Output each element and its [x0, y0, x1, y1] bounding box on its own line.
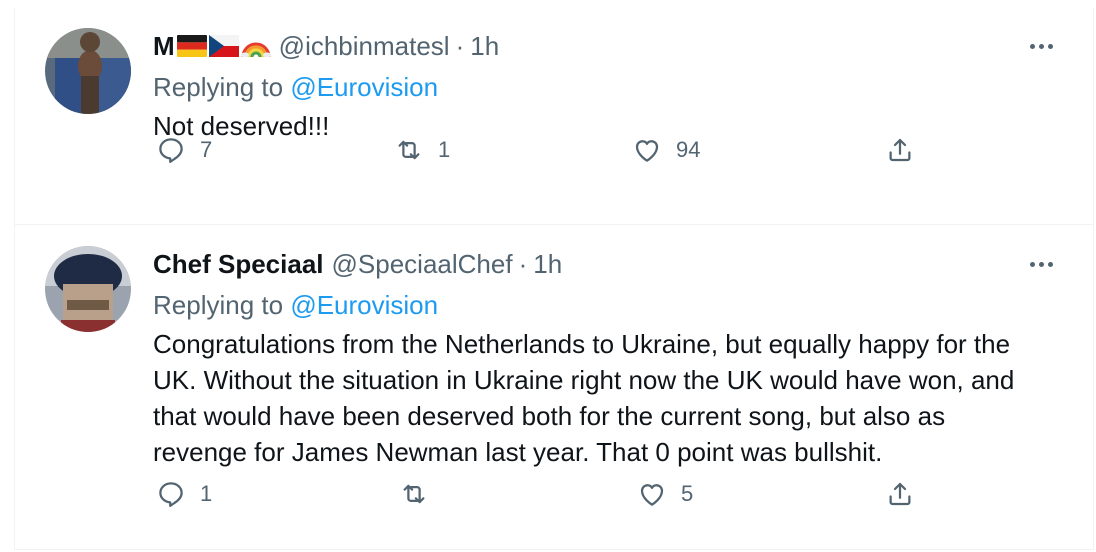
reply-button[interactable]: 7	[156, 135, 212, 165]
replying-to: Replying to @Eurovision	[153, 286, 1073, 324]
separator: ·	[518, 249, 528, 279]
reply-icon	[159, 138, 183, 163]
tweet-text: Congratulations from the Netherlands to …	[153, 329, 1015, 467]
share-button[interactable]	[885, 135, 915, 165]
reply-count: 7	[200, 137, 213, 162]
mention-link[interactable]: @Eurovision	[290, 290, 438, 320]
separator: ·	[455, 31, 465, 61]
tweet-text: Not deserved!!!	[153, 111, 330, 141]
tweet[interactable]: Chef Speciaal @SpeciaalChef · 1h Replyin…	[15, 226, 1093, 550]
retweet-icon	[398, 140, 420, 160]
more-options-icon[interactable]	[1021, 248, 1061, 280]
retweet-count: 1	[438, 137, 451, 162]
like-button[interactable]: 94	[632, 135, 700, 165]
reply-button[interactable]: 1	[156, 479, 212, 509]
retweet-button[interactable]	[399, 479, 443, 509]
tweet[interactable]: M @ichbinmatesl · 1h Replying to @Eurovi…	[15, 8, 1093, 225]
share-icon	[889, 138, 911, 162]
german-flag-icon	[176, 35, 207, 57]
like-count: 5	[681, 481, 694, 506]
display-name-text: M	[153, 31, 175, 61]
czech-flag-icon	[208, 35, 239, 57]
avatar[interactable]	[45, 28, 131, 114]
timestamp[interactable]: 1h	[470, 28, 499, 64]
reply-count: 1	[200, 481, 213, 506]
reply-icon	[159, 482, 183, 507]
retweet-button[interactable]: 1	[394, 135, 450, 165]
avatar[interactable]	[45, 246, 131, 332]
handle[interactable]: @ichbinmatesl	[279, 28, 450, 64]
share-button[interactable]	[885, 479, 915, 509]
more-options-icon[interactable]	[1021, 30, 1061, 62]
retweet-icon	[403, 484, 425, 504]
mention-link[interactable]: @Eurovision	[290, 72, 438, 102]
rainbow-icon	[240, 42, 271, 57]
handle[interactable]: @SpeciaalChef	[332, 246, 513, 282]
like-button[interactable]: 5	[637, 479, 693, 509]
display-name[interactable]: M	[153, 28, 271, 64]
like-count: 94	[676, 137, 701, 162]
replying-to: Replying to @Eurovision	[153, 68, 1073, 106]
replying-label: Replying to	[153, 72, 291, 102]
share-icon	[889, 482, 911, 506]
heart-icon	[635, 140, 659, 162]
display-name[interactable]: Chef Speciaal	[153, 246, 324, 282]
heart-icon	[640, 484, 664, 506]
timestamp[interactable]: 1h	[533, 246, 562, 282]
replying-label: Replying to	[153, 290, 291, 320]
